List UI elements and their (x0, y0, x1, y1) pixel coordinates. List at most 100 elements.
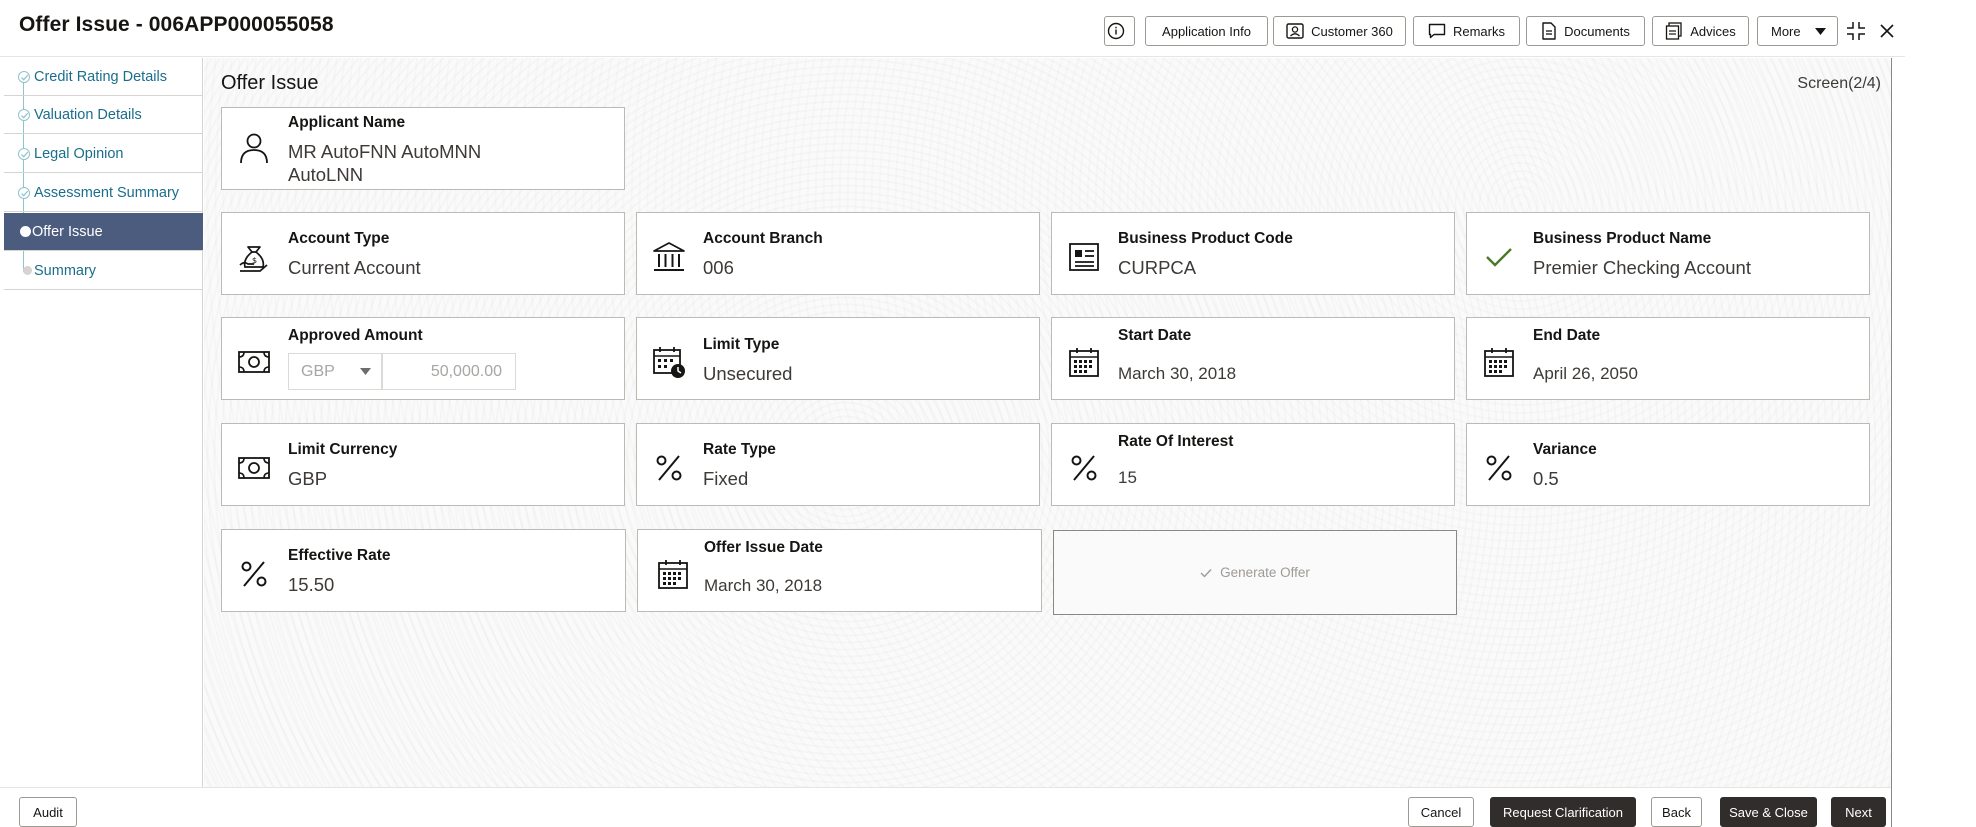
person-icon (236, 130, 272, 166)
calendar-clock-icon (651, 344, 687, 380)
percent-icon (236, 556, 272, 592)
save-close-button[interactable]: Save & Close (1720, 797, 1817, 827)
app-header: Offer Issue - 006APP000055058 Applicatio… (0, 0, 1905, 57)
more-button[interactable]: More (1757, 16, 1838, 46)
bank-icon (651, 239, 687, 275)
documents-label: Documents (1564, 23, 1630, 39)
percent-icon (1481, 450, 1517, 486)
close-icon (1880, 24, 1894, 38)
info-button[interactable] (1104, 16, 1135, 46)
field-label: Offer Issue Date (704, 539, 823, 556)
step-credit-rating-details[interactable]: Credit Rating Details (4, 58, 203, 96)
step-label: Valuation Details (34, 106, 142, 123)
more-label: More (1771, 23, 1801, 39)
cash-icon (236, 344, 272, 380)
save-close-label: Save & Close (1729, 804, 1808, 820)
applicant-name-line2: AutoLNN (288, 164, 364, 185)
advice-icon (1666, 22, 1682, 40)
step-summary[interactable]: Summary (4, 252, 203, 290)
step-legal-opinion[interactable]: Legal Opinion (4, 135, 203, 173)
field-label: Effective Rate (288, 547, 391, 564)
rate-type-value: Fixed (703, 468, 749, 489)
footer-divider (0, 787, 1891, 788)
rate-of-interest-value: 15 (1118, 468, 1137, 487)
minimize-button[interactable] (1843, 18, 1869, 44)
completed-check-icon (18, 186, 30, 199)
step-valuation-details[interactable]: Valuation Details (4, 96, 203, 134)
cancel-label: Cancel (1420, 804, 1462, 820)
request-clarification-label: Request Clarification (1503, 804, 1623, 820)
start-date-card: Start Date March 30, 2018 (1051, 317, 1455, 400)
check-icon (1481, 239, 1517, 275)
document-icon (1542, 22, 1556, 40)
approved-amount-card: Approved Amount GBP 50,000.00 (221, 317, 625, 400)
next-button[interactable]: Next (1831, 797, 1886, 827)
audit-button[interactable]: Audit (19, 797, 77, 827)
remarks-button[interactable]: Remarks (1413, 16, 1520, 46)
currency-select[interactable]: GBP (288, 353, 382, 390)
generate-offer-button[interactable]: Generate Offer (1053, 530, 1457, 615)
main-divider (1891, 58, 1892, 827)
variance-card: Variance 0.5 (1466, 423, 1870, 506)
customer-360-button[interactable]: Customer 360 (1273, 16, 1406, 46)
field-label: Limit Type (703, 336, 780, 353)
percent-icon (1066, 450, 1102, 486)
svg-text:$: $ (252, 256, 257, 265)
section-title: Offer Issue (221, 72, 319, 94)
cancel-button[interactable]: Cancel (1408, 797, 1474, 827)
step-label: Credit Rating Details (34, 68, 167, 85)
field-label: Approved Amount (288, 327, 423, 344)
applicant-name-line1: MR AutoFNN AutoMNN (288, 141, 482, 162)
percent-icon (651, 450, 687, 486)
advices-label: Advices (1690, 23, 1736, 39)
generate-offer-label: Generate Offer (1220, 565, 1310, 580)
step-offer-issue[interactable]: Offer Issue (4, 213, 203, 251)
calendar-icon (1481, 344, 1517, 380)
limit-type-card: Limit Type Unsecured (636, 317, 1040, 400)
caret-down-icon (1815, 28, 1826, 35)
back-button[interactable]: Back (1651, 797, 1702, 827)
next-label: Next (1845, 804, 1872, 820)
documents-button[interactable]: Documents (1526, 16, 1645, 46)
calendar-icon (655, 556, 691, 592)
request-clarification-button[interactable]: Request Clarification (1490, 797, 1636, 827)
currency-select-value: GBP (301, 362, 335, 380)
amount-input[interactable]: 50,000.00 (382, 353, 516, 390)
start-date-value: March 30, 2018 (1118, 364, 1237, 383)
application-info-label: Application Info (1162, 23, 1251, 39)
step-assessment-summary[interactable]: Assessment Summary (4, 174, 203, 212)
completed-check-icon (18, 108, 30, 121)
field-label: Variance (1533, 441, 1597, 458)
field-label: Start Date (1118, 327, 1192, 344)
field-label: Account Type (288, 230, 390, 247)
variance-value: 0.5 (1533, 468, 1559, 489)
caret-down-icon (360, 368, 371, 375)
rate-type-card: Rate Type Fixed (636, 423, 1040, 506)
field-label: Rate Of Interest (1118, 433, 1234, 450)
user-card-icon (1286, 23, 1304, 39)
field-label: End Date (1533, 327, 1601, 344)
back-label: Back (1662, 804, 1691, 820)
account-type-value: Current Account (288, 257, 421, 278)
limit-currency-value: GBP (288, 468, 328, 489)
pending-step-icon (23, 266, 32, 275)
field-label: Rate Type (703, 441, 776, 458)
completed-check-icon (18, 147, 30, 160)
account-type-card: $ Account Type Current Account (221, 212, 625, 295)
field-label: Business Product Name (1533, 230, 1712, 247)
calendar-icon (1066, 344, 1102, 380)
current-step-icon (20, 226, 31, 237)
offer-issue-date-card: Offer Issue Date March 30, 2018 (637, 529, 1042, 612)
product-code-icon (1066, 239, 1102, 275)
limit-currency-card: Limit Currency GBP (221, 423, 625, 506)
comment-icon (1428, 23, 1446, 39)
application-info-button[interactable]: Application Info (1145, 16, 1268, 46)
cash-icon (236, 450, 272, 486)
check-icon (1200, 568, 1212, 578)
step-label: Offer Issue (32, 223, 103, 240)
close-button[interactable] (1874, 18, 1900, 44)
end-date-value: April 26, 2050 (1533, 364, 1638, 383)
advices-button[interactable]: Advices (1652, 16, 1749, 46)
step-label: Legal Opinion (34, 145, 124, 162)
step-sidebar: Credit Rating Details Valuation Details … (0, 58, 203, 788)
